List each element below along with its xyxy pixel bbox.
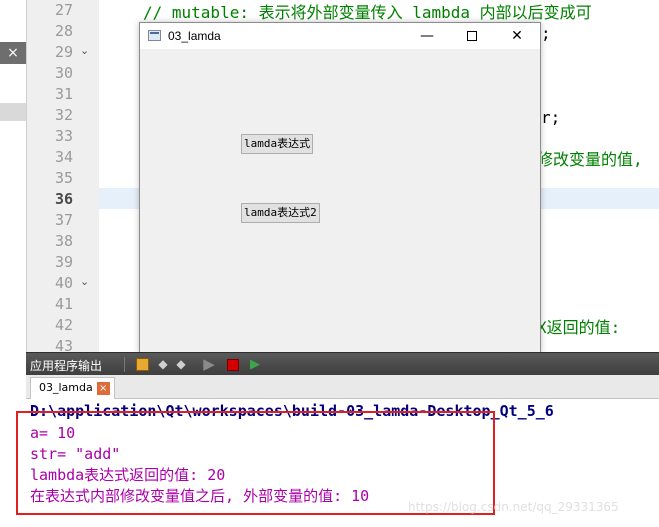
maximize-button[interactable] xyxy=(449,23,495,49)
fold-chevron-icon[interactable]: ⌄ xyxy=(80,271,89,292)
code-comment: // mutable: 表示将外部变量传入 lambda 内部以后变成可 xyxy=(143,3,592,22)
code-comment: X返回的值: xyxy=(537,318,621,337)
run-icon[interactable]: ▶ xyxy=(200,356,218,373)
close-window-button[interactable]: ✕ xyxy=(494,23,540,49)
next-icon[interactable]: ◆ xyxy=(174,356,188,373)
output-pane-toolbar: 应用程序输出 ◆ ◆ ▶ ▶ xyxy=(26,352,659,375)
line-number: 28 xyxy=(54,22,73,40)
minimize-button[interactable]: — xyxy=(404,23,450,49)
stop-icon[interactable] xyxy=(225,356,241,373)
tab-close-icon[interactable]: × xyxy=(96,381,110,395)
code-comment: 修改变量的值, xyxy=(537,150,643,169)
code-fragment: ; xyxy=(541,24,551,43)
line-number: 41 xyxy=(54,295,73,313)
line-number: 39 xyxy=(54,253,73,271)
left-sidebar-strip: × xyxy=(0,0,26,352)
output-pane-title: 应用程序输出 xyxy=(30,359,103,373)
window-title: 03_lamda xyxy=(168,29,221,43)
code-fragment: r; xyxy=(541,108,561,127)
window-titlebar[interactable]: 03_lamda — ✕ xyxy=(140,23,540,49)
output-tab[interactable]: 03_lamda × xyxy=(30,377,115,399)
output-tab-label: 03_lamda xyxy=(39,381,93,394)
line-number: 32 xyxy=(54,106,73,124)
line-number: 37 xyxy=(54,211,73,229)
fold-chevron-icon[interactable]: ⌄ xyxy=(80,40,89,61)
line-number: 27 xyxy=(54,1,73,19)
line-number: 29 xyxy=(54,43,73,61)
sidebar-selection xyxy=(0,103,26,121)
app-window: 03_lamda — ✕ lamda表达式 lamda表达式2 xyxy=(139,22,541,354)
lambda-expression-2-button[interactable]: lamda表达式2 xyxy=(241,203,320,223)
close-icon[interactable]: × xyxy=(0,42,26,64)
line-number-gutter: 27 28 29 30 31 32 33 34 35 36 37 38 39 4… xyxy=(26,0,99,355)
line-number: 33 xyxy=(54,127,73,145)
line-number: 35 xyxy=(54,169,73,187)
line-number: 31 xyxy=(54,85,73,103)
line-number: 34 xyxy=(54,148,73,166)
line-number: 40 xyxy=(54,274,73,292)
toolbar-separator xyxy=(124,357,125,372)
line-number: 30 xyxy=(54,64,73,82)
line-number: 42 xyxy=(54,316,73,334)
maximize-icon xyxy=(467,31,477,41)
attach-debugger-icon[interactable]: ▶ xyxy=(247,356,263,373)
output-tab-bar: 03_lamda × xyxy=(26,375,659,399)
lambda-expression-button[interactable]: lamda表达式 xyxy=(241,134,314,154)
line-number: 38 xyxy=(54,232,73,250)
watermark: https://blog.csdn.net/qq_29331365 xyxy=(408,500,619,514)
line-number-current: 36 xyxy=(54,190,73,208)
previous-icon[interactable]: ◆ xyxy=(156,356,170,373)
clean-output-icon[interactable] xyxy=(134,356,150,373)
app-window-icon xyxy=(148,30,161,41)
